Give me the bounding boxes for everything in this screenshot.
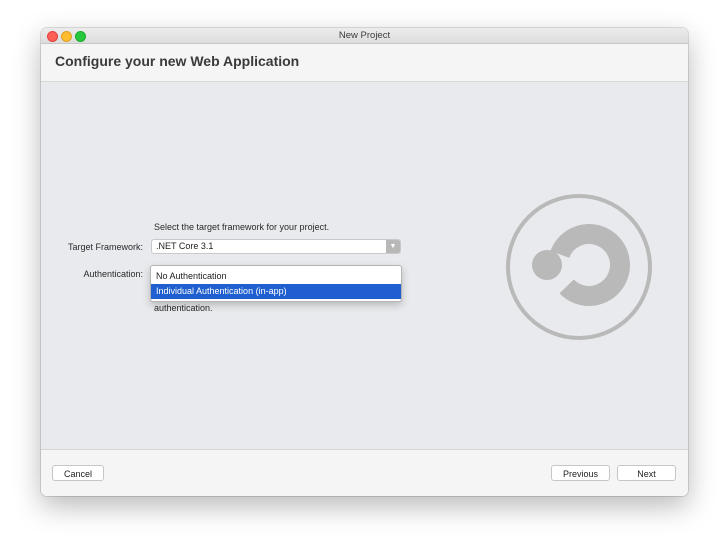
- dotnet-core-logo-icon: [506, 194, 652, 340]
- authentication-description: authentication.: [154, 303, 213, 313]
- window-title: New Project: [338, 30, 391, 41]
- previous-button[interactable]: Previous: [551, 465, 610, 481]
- new-project-window: New Project Configure your new Web Appli…: [41, 28, 688, 496]
- framework-hint: Select the target framework for your pro…: [154, 222, 330, 232]
- auth-option-individual-authentication[interactable]: Individual Authentication (in-app): [151, 284, 401, 299]
- chevron-down-icon: ▼: [386, 240, 400, 253]
- cancel-button[interactable]: Cancel: [52, 465, 104, 481]
- title-bar: New Project: [41, 28, 688, 44]
- dialog-footer: Cancel Previous Next: [41, 449, 688, 496]
- auth-option-no-authentication[interactable]: No Authentication: [151, 269, 401, 284]
- content-area: Select the target framework for your pro…: [41, 82, 688, 449]
- authentication-dropdown[interactable]: No Authentication Individual Authenticat…: [150, 265, 402, 302]
- target-framework-value: .NET Core 3.1: [156, 241, 214, 251]
- page-title: Configure your new Web Application: [55, 53, 300, 69]
- page-header: Configure your new Web Application: [41, 44, 688, 82]
- next-button[interactable]: Next: [617, 465, 676, 481]
- authentication-label: Authentication:: [83, 269, 143, 279]
- target-framework-label: Target Framework:: [67, 242, 143, 252]
- target-framework-select[interactable]: .NET Core 3.1 ▼: [151, 239, 401, 254]
